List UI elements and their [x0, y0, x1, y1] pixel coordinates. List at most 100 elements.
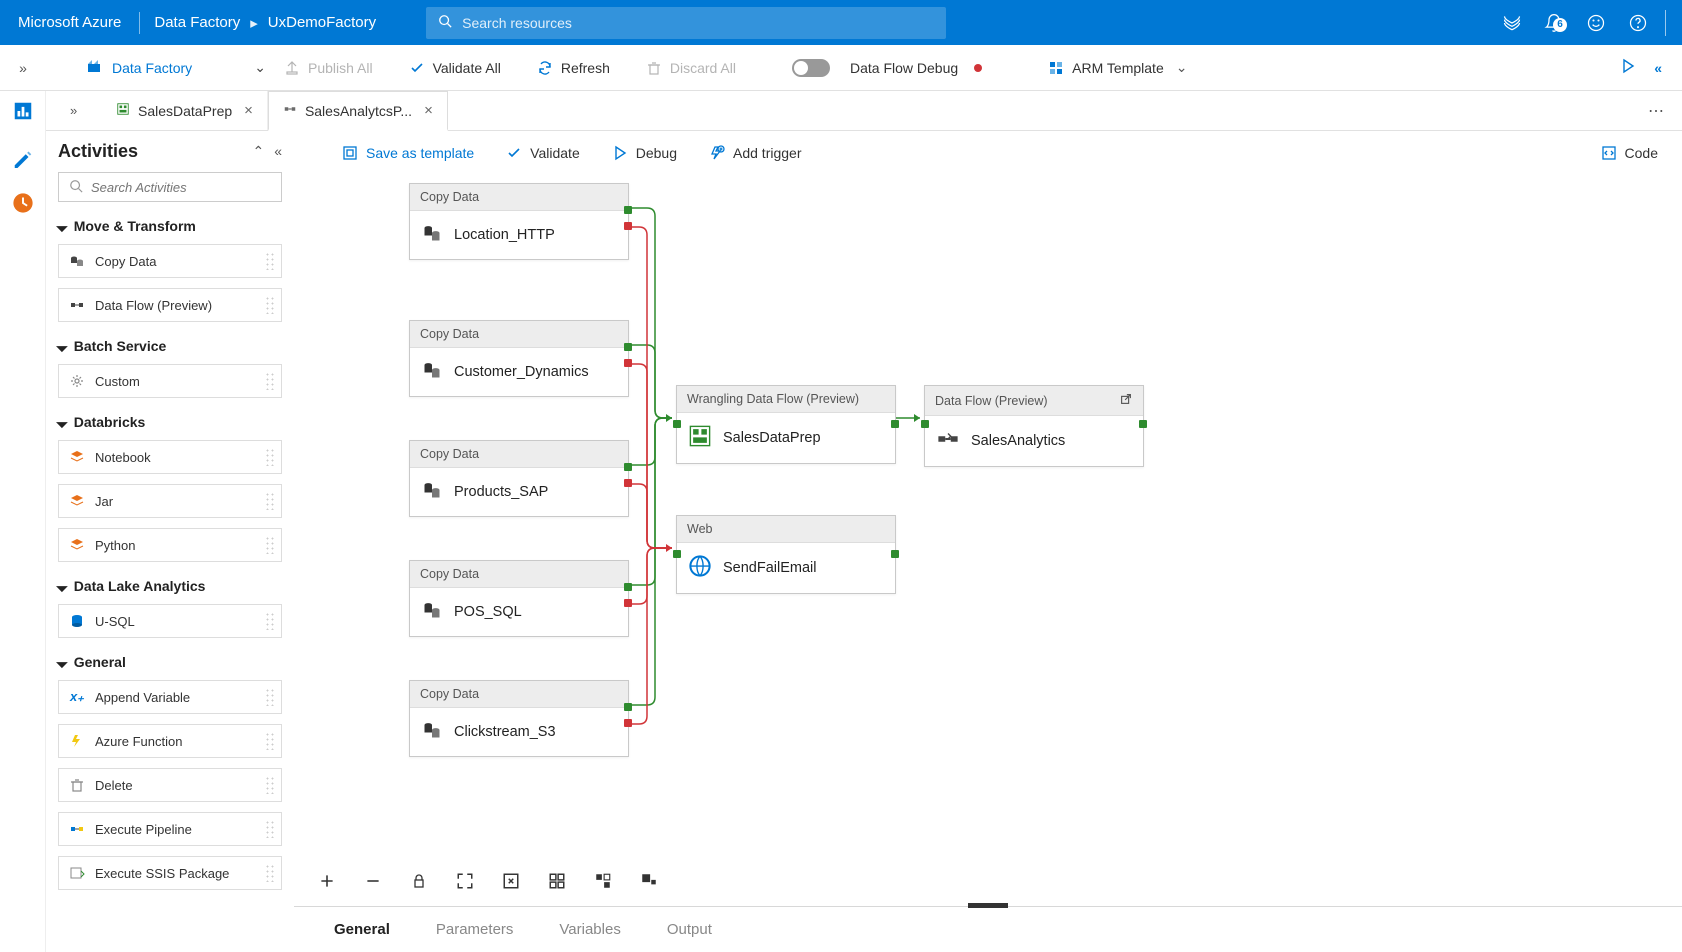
snap-icon[interactable] — [592, 870, 614, 892]
fit-to-screen-icon[interactable] — [454, 870, 476, 892]
zoom-fit-icon[interactable] — [500, 870, 522, 892]
debug-button[interactable]: Debug — [612, 145, 677, 161]
lock-icon[interactable] — [408, 870, 430, 892]
collapse-up-icon[interactable]: ⌃ — [252, 143, 264, 160]
activity-azure-function[interactable]: Azure Function — [58, 724, 282, 758]
input-port[interactable] — [673, 550, 681, 558]
success-port[interactable] — [1139, 420, 1147, 428]
success-port[interactable] — [624, 583, 632, 591]
success-port[interactable] — [624, 343, 632, 351]
failure-port[interactable] — [624, 359, 632, 367]
zoom-out-icon[interactable] — [362, 870, 384, 892]
main-area: » SalesDataPrep × SalesAnalytcsP... × ⋯ … — [46, 91, 1682, 952]
success-port[interactable] — [891, 550, 899, 558]
category-general[interactable]: General — [58, 654, 282, 670]
add-trigger-button[interactable]: Add trigger — [709, 145, 801, 161]
category-databricks[interactable]: Databricks — [58, 414, 282, 430]
node-products-sap[interactable]: Copy Data Products_SAP — [409, 440, 629, 517]
arm-template-dropdown[interactable]: ARM Template ⌄ — [1030, 45, 1205, 90]
detail-tab-output[interactable]: Output — [667, 921, 712, 938]
input-port[interactable] — [921, 420, 929, 428]
node-send-fail-email[interactable]: Web SendFailEmail — [676, 515, 896, 594]
activity-data-flow[interactable]: Data Flow (Preview) — [58, 288, 282, 322]
rail-monitor-icon[interactable] — [9, 189, 37, 217]
run-icon[interactable] — [1620, 58, 1636, 77]
close-tab-icon[interactable]: × — [424, 102, 433, 119]
collapse-nav-icon[interactable]: » — [0, 60, 46, 76]
activity-delete[interactable]: Delete — [58, 768, 282, 802]
tab-more-icon[interactable]: ⋯ — [1630, 91, 1682, 130]
tab-salesanalytics[interactable]: SalesAnalytcsP... × — [268, 91, 448, 131]
success-port[interactable] — [624, 463, 632, 471]
failure-port[interactable] — [624, 719, 632, 727]
activity-usql[interactable]: U-SQL — [58, 604, 282, 638]
panel-drag-handle[interactable] — [968, 903, 1008, 908]
zoom-in-icon[interactable] — [316, 870, 338, 892]
activity-python[interactable]: Python — [58, 528, 282, 562]
activity-append-variable[interactable]: x₊ Append Variable — [58, 680, 282, 714]
data-flow-debug-label: Data Flow Debug — [850, 60, 958, 76]
code-button[interactable]: Code — [1601, 145, 1658, 161]
activity-custom[interactable]: Custom — [58, 364, 282, 398]
canvas[interactable]: Copy Data Location_HTTP Copy Data Custom… — [294, 175, 1682, 906]
detail-tab-general[interactable]: General — [334, 921, 390, 938]
activity-execute-pipeline[interactable]: Execute Pipeline — [58, 812, 282, 846]
notifications-icon[interactable]: 6 — [1533, 0, 1575, 45]
detail-tab-variables[interactable]: Variables — [559, 921, 620, 938]
failure-port[interactable] — [624, 599, 632, 607]
node-clickstream-s3[interactable]: Copy Data Clickstream_S3 — [409, 680, 629, 757]
rail-dashboard-icon[interactable] — [9, 97, 37, 125]
breadcrumb-leaf[interactable]: UxDemoFactory — [268, 14, 376, 31]
success-port[interactable] — [624, 703, 632, 711]
activity-copy-data[interactable]: Copy Data — [58, 244, 282, 278]
tab-salesdataprep[interactable]: SalesDataPrep × — [102, 91, 268, 130]
close-tab-icon[interactable]: × — [244, 102, 253, 119]
collapse-panel-icon[interactable]: « — [274, 143, 282, 160]
brand-label[interactable]: Microsoft Azure — [0, 0, 139, 45]
open-external-icon[interactable] — [1119, 392, 1133, 409]
node-sales-analytics[interactable]: Data Flow (Preview) SalesAnalytics — [924, 385, 1144, 467]
search-activities-input[interactable] — [91, 180, 271, 195]
breadcrumb-root[interactable]: Data Factory — [154, 14, 240, 31]
input-port[interactable] — [673, 420, 681, 428]
debug-toggle[interactable] — [792, 59, 830, 77]
minimap-icon[interactable] — [638, 870, 660, 892]
node-pos-sql[interactable]: Copy Data POS_SQL — [409, 560, 629, 637]
activity-notebook[interactable]: Notebook — [58, 440, 282, 474]
category-batch-service[interactable]: Batch Service — [58, 338, 282, 354]
check-icon — [409, 60, 425, 76]
validate-button[interactable]: Validate — [506, 145, 580, 161]
factory-icon — [86, 58, 102, 77]
refresh-button[interactable]: Refresh — [519, 45, 628, 90]
feedback-icon[interactable] — [1575, 0, 1617, 45]
success-port[interactable] — [891, 420, 899, 428]
help-icon[interactable] — [1617, 0, 1659, 45]
tabs-left-chevron-icon[interactable]: » — [70, 91, 90, 130]
rail-author-icon[interactable] — [9, 143, 37, 171]
factory-dropdown[interactable]: Data Factory ⌄ — [86, 58, 266, 77]
search-input[interactable] — [462, 15, 934, 31]
tab-label: SalesAnalytcsP... — [305, 103, 412, 119]
node-sales-data-prep[interactable]: Wrangling Data Flow (Preview) SalesDataP… — [676, 385, 896, 464]
activity-execute-ssis[interactable]: Execute SSIS Package — [58, 856, 282, 890]
discard-all-button[interactable]: Discard All — [628, 45, 754, 90]
auto-layout-icon[interactable] — [546, 870, 568, 892]
category-move-transform[interactable]: Move & Transform — [58, 218, 282, 234]
activity-jar[interactable]: Jar — [58, 484, 282, 518]
breadcrumb-separator-icon: ▸ — [250, 14, 258, 32]
cloud-shell-icon[interactable] — [1491, 0, 1533, 45]
success-port[interactable] — [624, 206, 632, 214]
save-as-template-button[interactable]: Save as template — [342, 145, 474, 161]
category-data-lake-analytics[interactable]: Data Lake Analytics — [58, 578, 282, 594]
node-customer-dynamics[interactable]: Copy Data Customer_Dynamics — [409, 320, 629, 397]
collapse-right-icon[interactable]: « — [1654, 60, 1662, 76]
activity-label: Append Variable — [95, 690, 190, 705]
publish-all-button[interactable]: Publish All — [266, 45, 391, 90]
detail-tab-parameters[interactable]: Parameters — [436, 921, 514, 938]
search-activities-wrap[interactable] — [58, 172, 282, 202]
failure-port[interactable] — [624, 222, 632, 230]
failure-port[interactable] — [624, 479, 632, 487]
node-location-http[interactable]: Copy Data Location_HTTP — [409, 183, 629, 260]
global-search[interactable] — [426, 7, 946, 39]
validate-all-button[interactable]: Validate All — [391, 45, 519, 90]
